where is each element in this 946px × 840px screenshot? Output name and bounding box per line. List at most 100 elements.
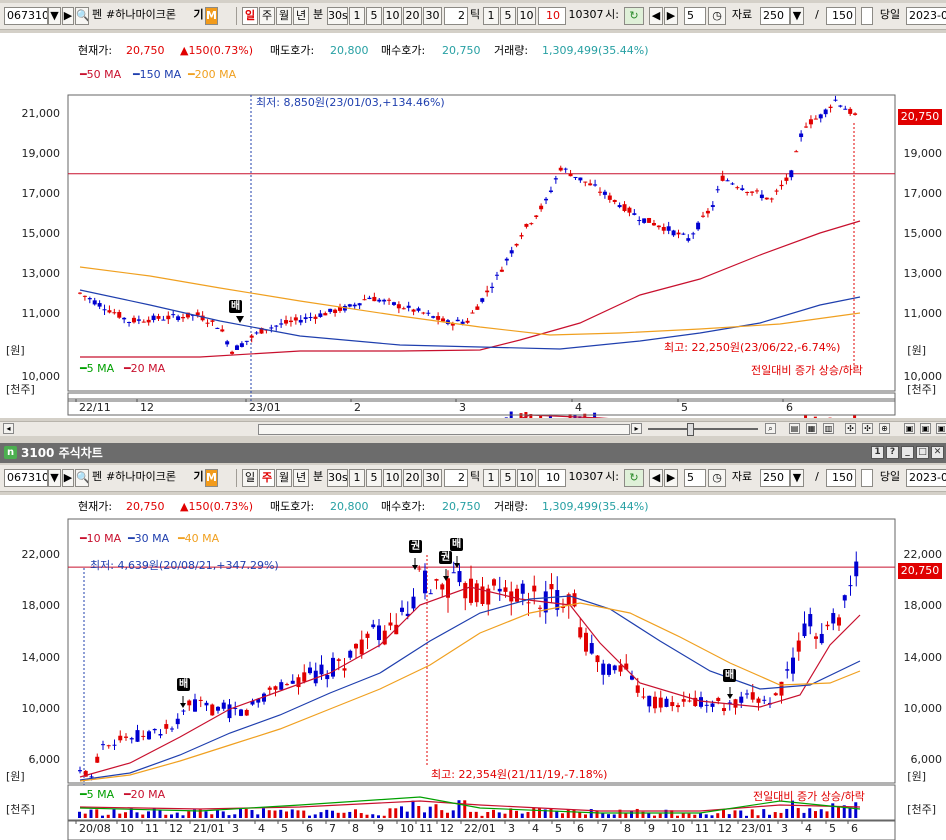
clock-icon-2[interactable]: ◷ [708, 469, 726, 487]
stock-name: #하나마이크론 [106, 8, 176, 21]
tick-1[interactable]: 1 [483, 7, 499, 25]
scroll-thumb[interactable] [258, 424, 630, 435]
interval-5[interactable]: 5 [366, 7, 382, 25]
pen-button-2[interactable]: 펜 [89, 469, 105, 487]
tool-icon-7[interactable]: ▣ [904, 423, 915, 434]
tool-icon-1[interactable]: ▤ [789, 423, 800, 434]
top-candle-body [823, 109, 828, 115]
interval-30-2[interactable]: 30 [423, 469, 442, 487]
interval-20-2[interactable]: 20 [403, 469, 422, 487]
help-button[interactable]: ? [886, 446, 899, 459]
tick-input-2[interactable]: 2 [444, 469, 468, 487]
search-icon-2[interactable]: 🔍 [75, 469, 89, 487]
zoom-slider-track[interactable] [648, 428, 758, 430]
tool-icon-5[interactable]: ✣ [862, 423, 873, 434]
tick-active-input[interactable]: 10 [538, 7, 566, 25]
top-y-left-0: 21,000 [21, 107, 61, 120]
window-title-bar[interactable]: n 3100 주식차트 1 ? _ □ ✕ [0, 443, 946, 463]
data-count-dropdown-2[interactable]: ▼ [790, 469, 804, 487]
next-step-button-2[interactable]: ▶ [664, 469, 678, 487]
tool-icon-9[interactable]: ▣ [936, 423, 946, 434]
step-input-2[interactable]: 5 [684, 469, 706, 487]
bottom-candle-body [302, 672, 307, 682]
interval-1-2[interactable]: 1 [349, 469, 365, 487]
tick-active-input-2[interactable]: 10 [538, 469, 566, 487]
period-month-tab[interactable]: 월 [276, 7, 292, 25]
bottom-candle-body [267, 687, 272, 690]
bottom-weekly-chart[interactable]: 현재가: 20,750 ▲150(0.73%) 매도호가: 20,800 매수호… [0, 495, 946, 840]
code-dropdown-button[interactable]: ▼ [48, 7, 61, 25]
period-year-tab[interactable]: 년 [293, 7, 309, 25]
prev-step-button[interactable]: ◀ [649, 7, 663, 25]
pen-button[interactable]: 펜 [89, 7, 105, 25]
data-count-select[interactable]: 250 [760, 7, 790, 25]
interval-30[interactable]: 30 [423, 7, 442, 25]
code-dropdown-button-2[interactable]: ▼ [48, 469, 61, 487]
stock-code-input-2[interactable]: 067310 [4, 469, 48, 487]
tick-1-2[interactable]: 1 [483, 469, 499, 487]
period-month-tab-2[interactable]: 월 [276, 469, 292, 487]
same-day-checkbox[interactable] [861, 7, 873, 25]
bottom-candle-body [779, 681, 784, 696]
refresh-icon[interactable]: ↻ [624, 7, 644, 25]
maximize-button[interactable]: □ [916, 446, 929, 459]
interval-1[interactable]: 1 [349, 7, 365, 25]
top-daily-chart[interactable]: 현재가: 20,750 ▲150(0.73%) 매도호가: 20,800 매수호… [0, 33, 946, 418]
top-candle-body [715, 189, 720, 191]
zoom-slider-handle[interactable] [687, 423, 694, 436]
tool-icon-4[interactable]: ✣ [845, 423, 856, 434]
period-day-tab[interactable]: 일 [242, 7, 258, 25]
top-chart-scrollbar[interactable]: ◂ ▸ ⌕ ▤ ▦ ▥ ✣ ✣ ⊕ ▣ ▣ ▣ [0, 421, 946, 436]
bottom-volume-bar [89, 809, 93, 818]
time-label: 시: [605, 8, 619, 21]
interval-10[interactable]: 10 [383, 7, 402, 25]
tick-input[interactable]: 2 [444, 7, 468, 25]
data-count-dropdown[interactable]: ▼ [790, 7, 804, 25]
tick-10-2[interactable]: 10 [517, 469, 536, 487]
interval-5-2[interactable]: 5 [366, 469, 382, 487]
next-step-button[interactable]: ▶ [664, 7, 678, 25]
date-input[interactable]: 2023-0 [906, 7, 946, 25]
bottom-volume-bar [170, 814, 173, 818]
interval-30s[interactable]: 30s [327, 7, 348, 25]
date-input-2[interactable]: 2023-0 [906, 469, 946, 487]
scroll-left-button[interactable]: ◂ [3, 423, 14, 434]
total-input-2[interactable]: 150 [826, 469, 856, 487]
tick-5[interactable]: 5 [500, 7, 516, 25]
tool-icon-2[interactable]: ▦ [806, 423, 817, 434]
bottom-candle-body [273, 686, 278, 690]
tick-5-2[interactable]: 5 [500, 469, 516, 487]
tool-icon-8[interactable]: ▣ [920, 423, 931, 434]
interval-20[interactable]: 20 [403, 7, 422, 25]
stock-code-input[interactable]: 067310 [4, 7, 48, 25]
window-num-button[interactable]: 1 [871, 446, 884, 459]
scroll-right-button[interactable]: ▸ [631, 423, 642, 434]
tick-10[interactable]: 10 [517, 7, 536, 25]
top-y-right-2: 17,000 [903, 187, 943, 200]
tool-icon-6[interactable]: ⊕ [879, 423, 890, 434]
period-year-tab-2[interactable]: 년 [293, 469, 309, 487]
top-candle-body [166, 315, 171, 320]
bottom-x-axis-label: 4 [258, 822, 265, 835]
period-week-tab[interactable]: 주 [259, 7, 275, 25]
next-arrow-button[interactable]: ▶ [62, 7, 74, 25]
bottom-candle-body [342, 668, 347, 671]
clock-icon[interactable]: ◷ [708, 7, 726, 25]
close-button[interactable]: ✕ [931, 446, 944, 459]
minimize-button[interactable]: _ [901, 446, 914, 459]
period-day-tab-2[interactable]: 일 [242, 469, 258, 487]
same-day-checkbox-2[interactable] [861, 469, 873, 487]
bottom-candle-body [124, 736, 128, 738]
total-input[interactable]: 150 [826, 7, 856, 25]
tool-icon-3[interactable]: ▥ [823, 423, 834, 434]
next-arrow-button-2[interactable]: ▶ [62, 469, 74, 487]
data-count-select-2[interactable]: 250 [760, 469, 790, 487]
refresh-icon-2[interactable]: ↻ [624, 469, 644, 487]
interval-10-2[interactable]: 10 [383, 469, 402, 487]
step-input[interactable]: 5 [684, 7, 706, 25]
period-week-tab-2[interactable]: 주 [259, 469, 275, 487]
prev-step-button-2[interactable]: ◀ [649, 469, 663, 487]
zoom-icon[interactable]: ⌕ [765, 423, 776, 434]
interval-30s-2[interactable]: 30s [327, 469, 348, 487]
search-icon[interactable]: 🔍 [75, 7, 89, 25]
